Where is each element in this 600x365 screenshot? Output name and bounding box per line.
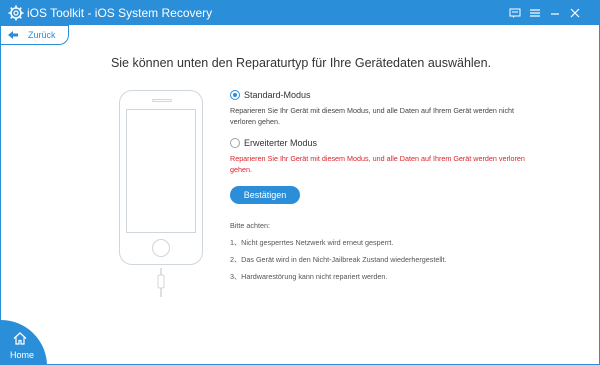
advanced-mode-warning: Reparieren Sie Ihr Gerät mit diesem Modu… bbox=[230, 154, 525, 174]
standard-mode-description: Reparieren Sie Ihr Gerät mit diesem Modu… bbox=[230, 106, 515, 126]
feedback-icon[interactable] bbox=[508, 7, 522, 19]
confirm-button[interactable]: Bestätigen bbox=[230, 186, 300, 204]
iphone-illustration bbox=[119, 90, 203, 265]
advanced-mode-radio[interactable] bbox=[230, 138, 240, 148]
standard-mode-radio[interactable] bbox=[230, 90, 240, 100]
advanced-mode-label: Erweiterter Modus bbox=[244, 138, 318, 148]
minimize-icon[interactable] bbox=[548, 7, 562, 19]
back-label: Zurück bbox=[28, 30, 56, 40]
home-label: Home bbox=[10, 350, 35, 360]
note-item: 2、Das Gerät wird in den Nicht-Jailbreak … bbox=[230, 255, 447, 264]
close-icon[interactable] bbox=[568, 7, 582, 19]
app-window: iOS Toolkit - iOS System Recovery Zurück… bbox=[0, 0, 600, 365]
usb-cable-icon bbox=[157, 268, 165, 297]
note-item: 1、Nicht gesperrtes Netzwerk wird erneut … bbox=[230, 238, 394, 247]
phone-speaker bbox=[152, 99, 172, 102]
home-icon bbox=[13, 332, 27, 345]
back-arrow-icon bbox=[8, 31, 18, 39]
notes-title: Bitte achten: bbox=[230, 221, 270, 230]
phone-screen bbox=[126, 109, 196, 233]
window-title: iOS Toolkit - iOS System Recovery bbox=[27, 6, 213, 20]
phone-home-button bbox=[152, 239, 170, 257]
standard-mode-label: Standard-Modus bbox=[244, 90, 311, 100]
menu-icon[interactable] bbox=[528, 7, 542, 19]
gear-app-icon bbox=[8, 5, 24, 21]
page-heading: Sie können unten den Reparaturtyp für Ih… bbox=[110, 56, 492, 70]
title-bar: iOS Toolkit - iOS System Recovery bbox=[1, 1, 599, 25]
note-item: 3、Hardwarestörung kann nicht repariert w… bbox=[230, 272, 388, 281]
home-button[interactable]: Home bbox=[1, 320, 47, 364]
back-button[interactable]: Zurück bbox=[1, 25, 69, 45]
